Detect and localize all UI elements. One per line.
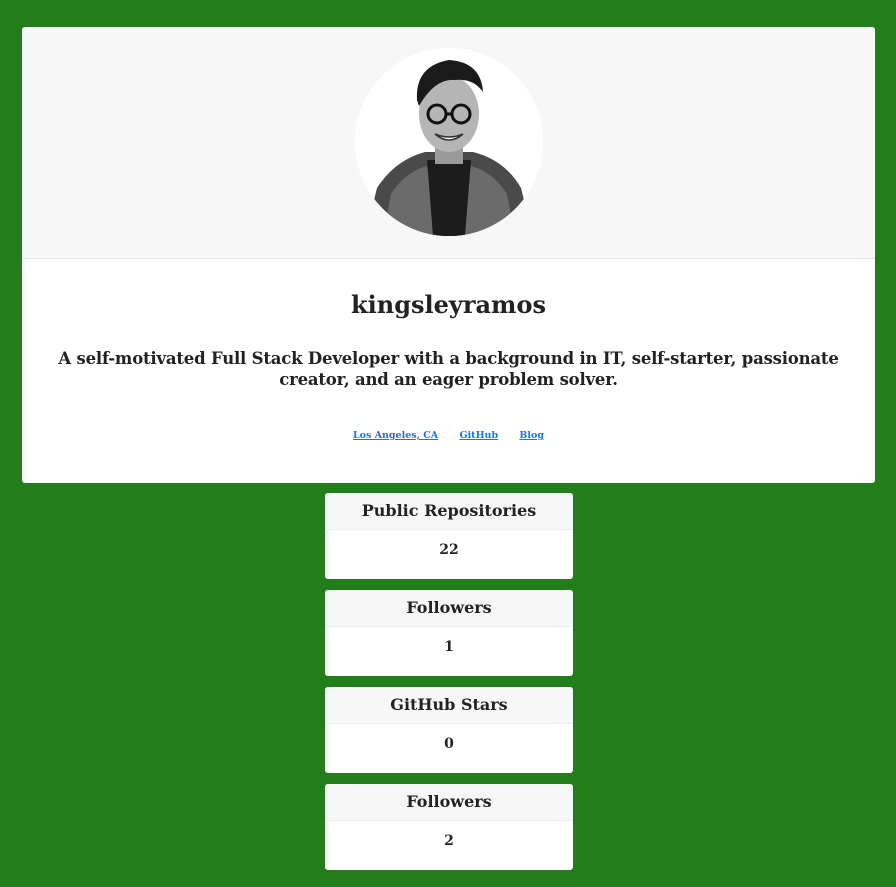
github-link[interactable]: GitHub — [459, 430, 498, 441]
bio: A self-motivated Full Stack Developer wi… — [58, 349, 839, 389]
stat-value: 22 — [439, 542, 459, 558]
profile-links: Los Angeles, CA GitHub Blog — [22, 430, 875, 441]
stat-label: Public Repositories — [325, 493, 573, 530]
username: kingsleyramos — [351, 290, 546, 319]
stat-label: GitHub Stars — [325, 687, 573, 724]
stat-value: 0 — [444, 736, 454, 752]
blog-link[interactable]: Blog — [519, 430, 544, 441]
avatar-photo — [355, 48, 543, 236]
profile-card: kingsleyramos A self-motivated Full Stac… — [22, 27, 875, 483]
stat-value: 2 — [444, 833, 454, 849]
stat-card-public-repositories: Public Repositories 22 — [325, 493, 573, 579]
avatar — [355, 48, 543, 236]
stat-label: Followers — [325, 590, 573, 627]
stat-card-github-stars: GitHub Stars 0 — [325, 687, 573, 773]
stat-card-followers: Followers 1 — [325, 590, 573, 676]
profile-header — [22, 27, 875, 259]
location-link[interactable]: Los Angeles, CA — [353, 430, 438, 441]
stat-value: 1 — [444, 639, 454, 655]
stat-card-followers-2: Followers 2 — [325, 784, 573, 870]
stat-label: Followers — [325, 784, 573, 821]
